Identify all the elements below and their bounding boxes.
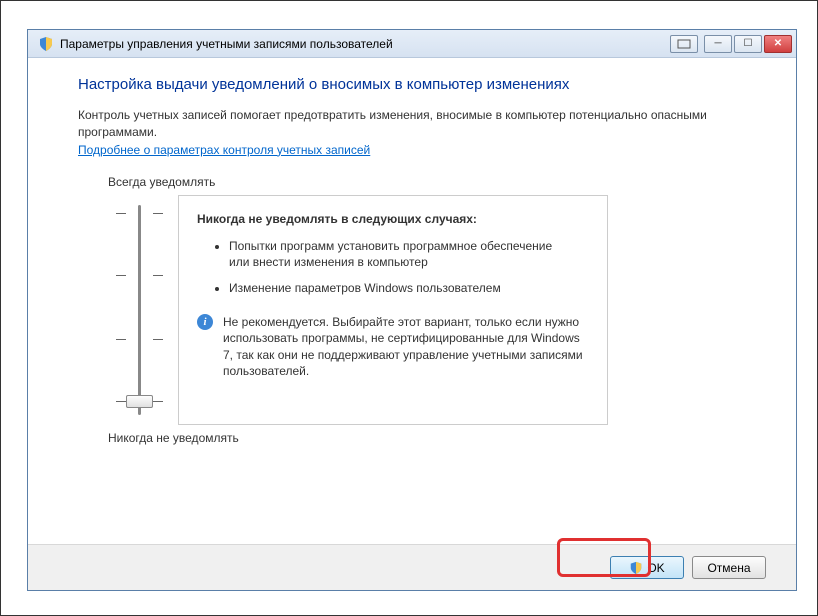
button-bar: OK Отмена <box>28 544 796 590</box>
outer-border: Параметры управления учетными записями п… <box>0 0 818 616</box>
page-heading: Настройка выдачи уведомлений о вносимых … <box>78 76 746 93</box>
shield-icon <box>629 561 643 575</box>
content-area: Настройка выдачи уведомлений о вносимых … <box>28 58 796 544</box>
tick <box>153 213 163 214</box>
window-controls: ─ ☐ ✕ <box>704 35 792 53</box>
uac-window: Параметры управления учетными записями п… <box>27 29 797 591</box>
tick <box>116 275 126 276</box>
slider-bottom-label: Никогда не уведомлять <box>108 431 746 445</box>
slider-row: Никогда не уведомлять в следующих случая… <box>108 195 746 425</box>
tick <box>153 275 163 276</box>
panel-title: Никогда не уведомлять в следующих случая… <box>197 212 589 226</box>
cancel-button[interactable]: Отмена <box>692 556 766 579</box>
tick <box>116 339 126 340</box>
slider-thumb[interactable] <box>126 395 153 408</box>
slider-area: Всегда уведомлять <box>108 175 746 451</box>
slider-top-label: Всегда уведомлять <box>108 175 746 189</box>
shield-icon <box>38 36 54 52</box>
close-button[interactable]: ✕ <box>764 35 792 53</box>
info-icon: i <box>197 314 213 330</box>
description-panel: Никогда не уведомлять в следующих случая… <box>178 195 608 425</box>
ok-button-label: OK <box>647 561 664 575</box>
intro-text: Контроль учетных записей помогает предот… <box>78 107 746 141</box>
warning-row: i Не рекомендуется. Выбирайте этот вариа… <box>197 314 589 379</box>
ok-button[interactable]: OK <box>610 556 684 579</box>
close-icon: ✕ <box>774 39 782 49</box>
maximize-icon: ☐ <box>744 39 753 49</box>
maximize-button[interactable]: ☐ <box>734 35 762 53</box>
warning-text: Не рекомендуется. Выбирайте этот вариант… <box>223 314 589 379</box>
minimize-icon: ─ <box>714 39 721 49</box>
tick <box>116 213 126 214</box>
list-item: Изменение параметров Windows пользовател… <box>229 280 589 296</box>
tick <box>153 339 163 340</box>
window-title: Параметры управления учетными записями п… <box>60 37 670 51</box>
panel-list: Попытки программ установить программное … <box>229 238 589 297</box>
cancel-button-label: Отмена <box>707 561 750 575</box>
slider-track[interactable] <box>138 205 141 415</box>
titlebar-extras <box>670 35 698 53</box>
tick <box>153 401 163 402</box>
minimize-button[interactable]: ─ <box>704 35 732 53</box>
learn-more-link[interactable]: Подробнее о параметрах контроля учетных … <box>78 143 370 157</box>
theme-button[interactable] <box>670 35 698 53</box>
titlebar: Параметры управления учетными записями п… <box>28 30 796 58</box>
tick <box>116 401 126 402</box>
list-item: Попытки программ установить программное … <box>229 238 589 270</box>
slider-column <box>108 195 178 425</box>
